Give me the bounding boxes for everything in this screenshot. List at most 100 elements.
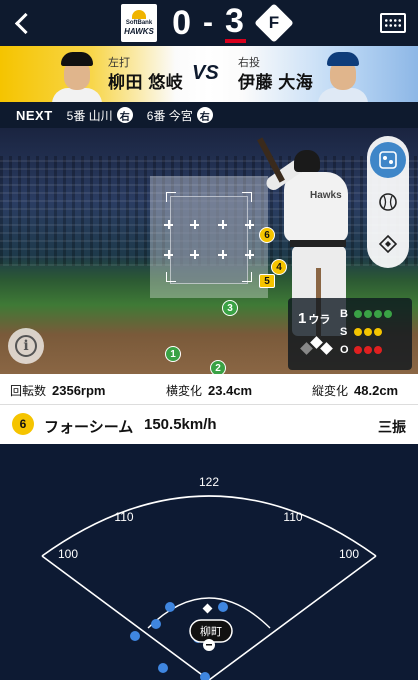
distance-center: 122 xyxy=(199,475,219,489)
pitch-marker-number: 6 xyxy=(264,229,270,241)
pitch-marker[interactable]: 1 xyxy=(165,346,181,362)
score-home: 3 xyxy=(225,3,246,43)
ball-label: B xyxy=(340,308,348,320)
distance-right-center: 110 xyxy=(283,510,302,524)
batter-jersey-text: Hawks xyxy=(310,190,342,201)
strike-lamp xyxy=(364,328,372,336)
zone-corner xyxy=(166,192,176,202)
pitch-marker[interactable]: 2 xyxy=(210,360,226,374)
hawks-logo-text: SoftBank xyxy=(125,20,153,26)
scoreline: 0 - 3 xyxy=(165,2,253,44)
horizontal-break-label: 横変化 xyxy=(166,384,203,398)
top-bar: SoftBank HAWKS 0 - 3 F xyxy=(0,0,418,46)
next-batters-bar: NEXT 5番 山川 右 6番 今宮 右 xyxy=(0,102,418,128)
matchup-banner: 左打 柳田 悠岐 VS 右投 伊藤 大海 xyxy=(0,46,418,102)
ball-icon[interactable] xyxy=(370,184,406,220)
diamond-icon[interactable] xyxy=(370,226,406,262)
fielder-marker[interactable] xyxy=(130,631,140,641)
zone-corner xyxy=(166,272,176,282)
zone-grid-mark xyxy=(190,250,199,259)
next-batter-name: 5番 山川 xyxy=(66,108,113,123)
ball-lamp xyxy=(354,310,362,318)
inning-label: 1 ウラ xyxy=(298,310,330,327)
vs-label: VS xyxy=(192,62,219,84)
field-diagram: 122 110 110 100 100 柳町 xyxy=(41,475,377,680)
pitch-marker[interactable]: 3 xyxy=(222,300,238,316)
scoreboard-icon[interactable] xyxy=(380,13,406,33)
pitcher-name: 伊藤 大海 xyxy=(238,73,314,92)
out-lamp xyxy=(374,346,382,354)
zone-grid-mark xyxy=(245,250,254,259)
info-icon: i xyxy=(15,335,37,357)
strike-count-row: S xyxy=(340,326,382,338)
back-arrow-icon[interactable] xyxy=(8,8,38,38)
ball-lamp xyxy=(374,310,382,318)
pitch-stats-bar: 回転数 2356rpm 横変化 23.4cm 縦変化 48.2cm xyxy=(0,374,418,404)
pitch-marker-number: 2 xyxy=(215,362,221,374)
pitch-marker-number: 3 xyxy=(227,302,233,314)
pitch-type: フォーシーム xyxy=(44,419,134,436)
count-panel: 1 ウラ B S O xyxy=(288,298,412,370)
strike-lamp xyxy=(354,328,362,336)
batter-label: 柳町 xyxy=(200,624,222,638)
zone-grid-mark xyxy=(164,220,173,229)
fielder-marker[interactable] xyxy=(200,672,210,680)
next-batter-name: 6番 今宮 xyxy=(146,108,193,123)
inning-half: ウラ xyxy=(308,314,331,326)
score-away: 0 xyxy=(172,3,193,42)
at-bat-result: 三振 xyxy=(378,419,406,435)
pitch-marker-number: 4 xyxy=(276,261,282,273)
zone-grid-mark xyxy=(245,220,254,229)
out-count-row: O xyxy=(340,344,382,356)
fielder-marker[interactable] xyxy=(151,619,161,629)
next-label: NEXT xyxy=(16,107,53,123)
fielder-marker[interactable] xyxy=(165,602,175,612)
pitch-marker[interactable]: 4 xyxy=(271,259,287,275)
pitch-location-icon[interactable] xyxy=(370,142,406,178)
strike-zone xyxy=(150,176,268,298)
zone-grid-mark xyxy=(218,220,227,229)
info-button[interactable]: i xyxy=(8,328,44,364)
next-batter-item: 5番 山川 右 xyxy=(67,107,133,124)
fielder-marker[interactable] xyxy=(218,602,228,612)
base-runners xyxy=(300,336,333,356)
zone-corner xyxy=(242,272,252,282)
pitch-marker[interactable]: 5 xyxy=(259,274,275,288)
foul-lines xyxy=(41,555,377,680)
spin-rate-value: 2356rpm xyxy=(52,383,106,398)
next-batter-item: 6番 今宮 右 xyxy=(147,107,213,124)
defense-diamond: 122 110 110 100 100 柳町 xyxy=(0,444,418,680)
hawks-logo: SoftBank HAWKS xyxy=(121,4,157,42)
distance-right: 100 xyxy=(339,547,359,561)
zone-grid-mark xyxy=(190,220,199,229)
hawks-logo-name: HAWKS xyxy=(124,27,154,36)
pitch-marker[interactable]: 6 xyxy=(259,227,275,243)
first-base xyxy=(320,342,333,355)
strike-label: S xyxy=(340,326,348,338)
zone-corner xyxy=(242,192,252,202)
distance-left-center: 110 xyxy=(114,510,133,524)
pitch-speed: 150.5km/h xyxy=(144,416,217,433)
horizontal-break-value: 23.4cm xyxy=(208,383,253,398)
zone-grid-mark xyxy=(164,250,173,259)
pitch-result-row: 6 フォーシーム 150.5km/h 三振 xyxy=(0,404,418,444)
vertical-break-label: 縦変化 xyxy=(312,384,349,398)
distance-left: 100 xyxy=(58,547,78,561)
horizontal-break-stat: 横変化 23.4cm xyxy=(166,382,252,399)
spin-rate-label: 回転数 xyxy=(10,384,47,398)
vertical-break-value: 48.2cm xyxy=(354,383,399,398)
ball-count-row: B xyxy=(340,308,392,320)
strike-lamp xyxy=(374,328,382,336)
out-label: O xyxy=(340,344,349,356)
throw-hand-badge: 右 xyxy=(196,107,213,123)
pitch-marker-number: 5 xyxy=(264,275,270,287)
fielder-marker[interactable] xyxy=(158,663,168,673)
vertical-break-stat: 縦変化 48.2cm xyxy=(312,382,398,399)
outfield-fence xyxy=(41,495,377,557)
pitch-marker-number: 1 xyxy=(170,348,176,360)
out-lamp xyxy=(364,346,372,354)
strike-zone-inner xyxy=(170,196,248,284)
batter-name: 柳田 悠岐 xyxy=(108,73,184,92)
score-dash: - xyxy=(203,6,215,39)
ball-lamp xyxy=(384,310,392,318)
